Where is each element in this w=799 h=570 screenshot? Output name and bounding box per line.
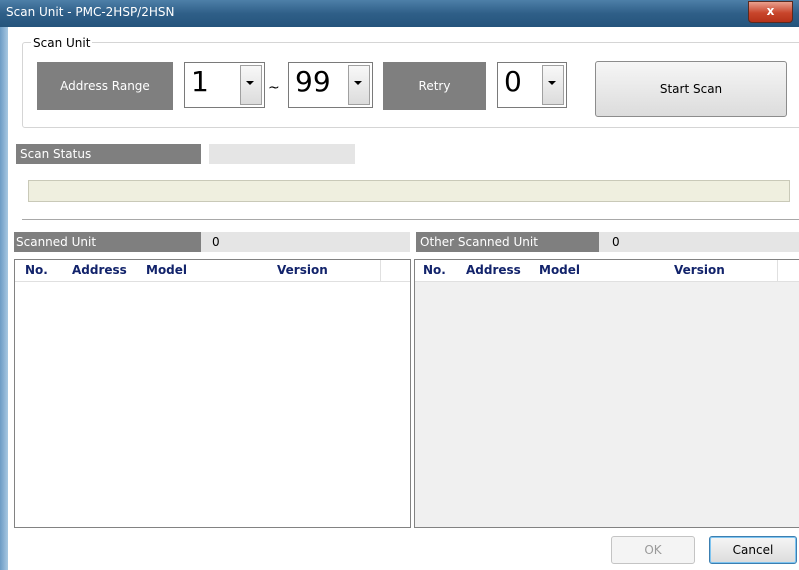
chevron-down-icon xyxy=(354,81,362,85)
scanned-unit-count: 0 xyxy=(201,232,410,252)
range-to-dropdown-button[interactable] xyxy=(348,65,370,105)
other-scanned-unit-list-body xyxy=(415,282,799,527)
column-header-address[interactable]: Address xyxy=(72,263,127,277)
retry-combo[interactable]: 0 xyxy=(497,62,567,108)
scan-status-label: Scan Status xyxy=(16,144,201,164)
chevron-down-icon xyxy=(246,81,254,85)
window-left-border xyxy=(0,27,8,570)
scan-unit-legend: Scan Unit xyxy=(31,36,93,50)
scan-status-value xyxy=(209,144,355,164)
start-scan-button[interactable]: Start Scan xyxy=(595,61,787,117)
range-to-combo[interactable]: 99 xyxy=(288,62,373,108)
range-separator: ~ xyxy=(268,80,280,96)
cancel-button[interactable]: Cancel xyxy=(709,536,797,564)
column-separator xyxy=(777,260,778,281)
chevron-down-icon xyxy=(548,81,556,85)
column-separator xyxy=(380,260,381,281)
range-from-value: 1 xyxy=(191,65,209,98)
address-range-label: Address Range xyxy=(37,62,173,110)
retry-value: 0 xyxy=(504,65,522,98)
separator xyxy=(22,219,799,223)
scanned-unit-list[interactable]: No. Address Model Version xyxy=(14,259,411,528)
close-button[interactable]: x xyxy=(748,1,793,23)
other-scanned-unit-count: 0 xyxy=(599,232,799,252)
scan-progress-bar xyxy=(28,180,790,202)
column-header-address[interactable]: Address xyxy=(466,263,521,277)
range-from-combo[interactable]: 1 xyxy=(184,62,265,108)
ok-button[interactable]: OK xyxy=(611,536,695,564)
column-header-no[interactable]: No. xyxy=(25,263,48,277)
column-header-version[interactable]: Version xyxy=(277,263,328,277)
retry-dropdown-button[interactable] xyxy=(542,65,564,105)
range-to-value: 99 xyxy=(295,65,331,98)
range-from-dropdown-button[interactable] xyxy=(240,65,262,105)
title-bar: Scan Unit - PMC-2HSP/2HSN x xyxy=(0,0,799,27)
window-title: Scan Unit - PMC-2HSP/2HSN xyxy=(6,5,175,19)
column-header-model[interactable]: Model xyxy=(146,263,187,277)
column-header-no[interactable]: No. xyxy=(423,263,446,277)
column-header-version[interactable]: Version xyxy=(674,263,725,277)
scanned-unit-list-header: No. Address Model Version xyxy=(15,260,410,282)
other-scanned-unit-list[interactable]: No. Address Model Version xyxy=(414,259,799,528)
close-icon: x xyxy=(766,4,775,18)
other-scanned-unit-list-header: No. Address Model Version xyxy=(415,260,799,282)
scanned-unit-list-body xyxy=(15,282,410,527)
retry-label: Retry xyxy=(383,62,486,110)
other-scanned-unit-label: Other Scanned Unit xyxy=(416,232,599,252)
column-header-model[interactable]: Model xyxy=(539,263,580,277)
scanned-unit-label: Scanned Unit xyxy=(14,232,201,252)
